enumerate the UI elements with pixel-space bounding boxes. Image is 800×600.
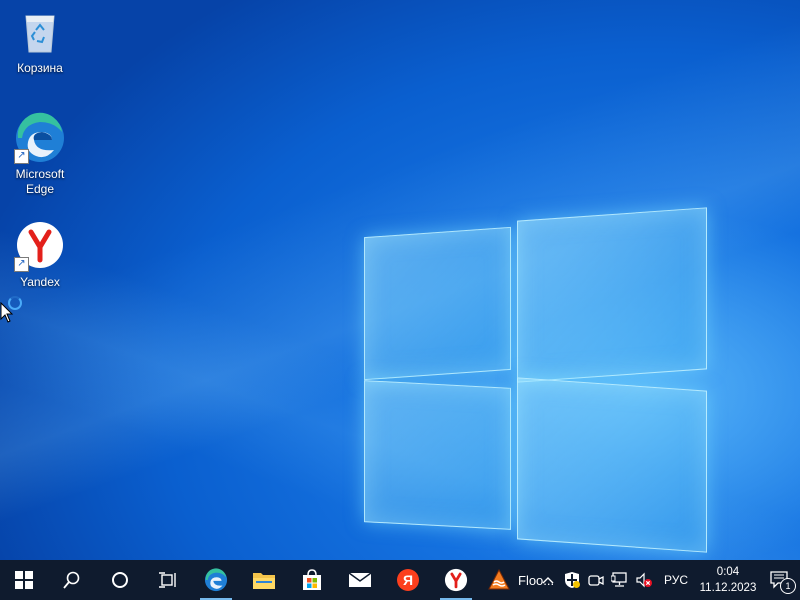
video-camera-icon [588, 575, 604, 586]
shortcut-arrow-icon: ↗ [14, 149, 29, 164]
taskbar-edge[interactable] [192, 560, 240, 600]
network-icon [610, 572, 627, 587]
recycle-bin-icon [14, 6, 66, 58]
mouse-cursor-icon [0, 302, 14, 323]
taskbar-mail[interactable] [336, 560, 384, 600]
wallpaper-logo-pane [364, 380, 511, 530]
clock-date: 11.12.2023 [699, 582, 757, 594]
desktop-icon-recycle-bin[interactable]: Корзина [2, 6, 78, 76]
task-view-button[interactable] [144, 560, 192, 600]
taskbar-yandex-browser[interactable]: Я [384, 560, 432, 600]
wallpaper-logo-pane [517, 207, 707, 383]
input-language-indicator[interactable]: РУС [656, 573, 696, 587]
wallpaper-logo-pane [364, 226, 511, 381]
cortana-circle-icon [112, 572, 128, 588]
edge-icon: ↗ [14, 112, 66, 164]
yandex-icon [444, 568, 468, 592]
chevron-up-icon [542, 577, 554, 584]
start-button[interactable] [0, 560, 48, 600]
show-hidden-icons-button[interactable] [536, 560, 560, 600]
volume-tray-button[interactable] [632, 560, 656, 600]
taskbar-microsoft-store[interactable] [288, 560, 336, 600]
action-center-button[interactable]: 1 [760, 560, 800, 600]
system-tray: РУС 0:04 11.12.2023 1 [536, 560, 800, 600]
desktop-icon-yandex[interactable]: ↗ Yandex [2, 220, 78, 290]
edge-icon [204, 568, 228, 592]
clock[interactable]: 0:04 11.12.2023 [696, 564, 760, 596]
cortana-button[interactable] [96, 560, 144, 600]
shortcut-arrow-icon: ↗ [14, 257, 29, 272]
yandex-browser-icon: Я [397, 569, 419, 591]
notification-count-badge: 1 [780, 578, 796, 594]
taskbar-yandex[interactable] [432, 560, 480, 600]
windows-logo-icon [15, 571, 33, 589]
shield-icon [564, 572, 580, 588]
desktop-icon-label: Yandex [20, 275, 60, 289]
desktop-icon-label: Корзина [17, 61, 63, 75]
task-view-icon [159, 572, 176, 588]
taskbar: Я Floo... РУС 0:04 11.12.2023 1 [0, 560, 800, 600]
flood-app-icon [488, 569, 510, 590]
meet-now-tray-button[interactable] [584, 560, 608, 600]
search-icon [63, 571, 80, 589]
clock-time: 0:04 [716, 566, 740, 578]
wallpaper-logo-pane [517, 377, 707, 553]
yandex-icon: ↗ [14, 220, 66, 272]
folder-icon [253, 573, 275, 589]
search-button[interactable] [48, 560, 96, 600]
network-tray-button[interactable] [608, 560, 632, 600]
svg-text:Я: Я [403, 572, 413, 588]
desktop-icon-label: Microsoft Edge [15, 167, 65, 196]
store-bag-icon [303, 569, 321, 590]
speaker-muted-icon [636, 572, 652, 588]
desktop[interactable]: Корзина ↗ Microsoft Edge ↗ Yandex [0, 0, 800, 560]
taskbar-file-explorer[interactable] [240, 560, 288, 600]
desktop-icon-edge[interactable]: ↗ Microsoft Edge [2, 112, 78, 197]
mail-icon [348, 572, 372, 587]
security-tray-button[interactable] [560, 560, 584, 600]
